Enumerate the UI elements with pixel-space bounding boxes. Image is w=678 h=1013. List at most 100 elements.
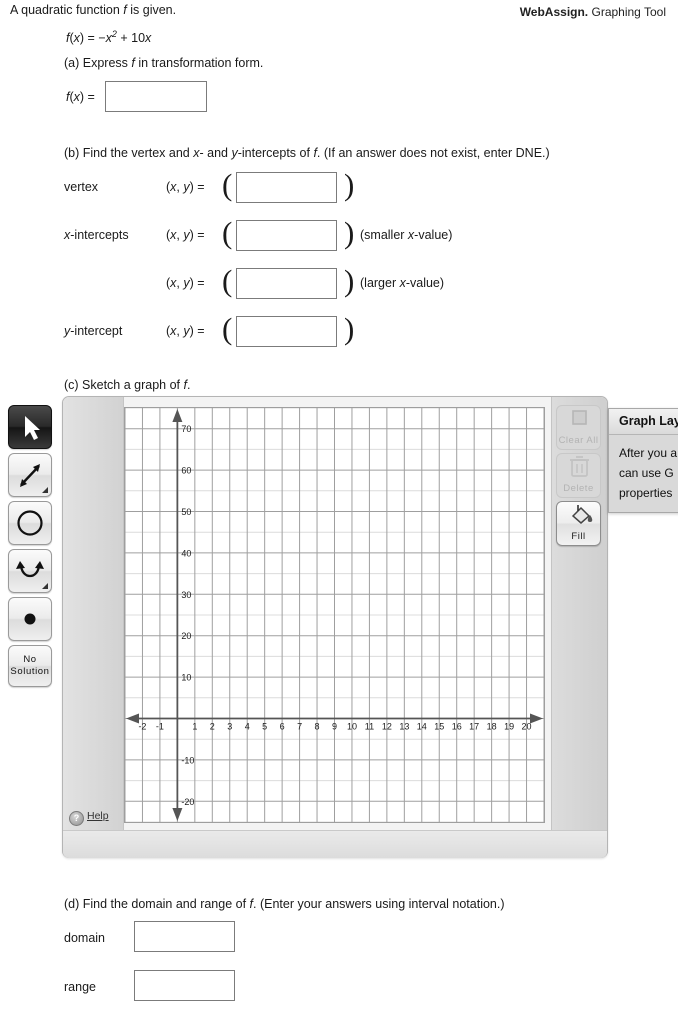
part-b-text-post: -intercepts of xyxy=(237,146,314,160)
x-intercept-larger-input[interactable] xyxy=(236,268,337,299)
equation-equals: = − xyxy=(84,31,106,46)
fill-button[interactable]: Fill xyxy=(556,501,601,546)
y-tick-label: 40 xyxy=(181,548,191,558)
graph-left-toolbar xyxy=(63,397,124,830)
part-b-text-end: . (If an answer does not exist, enter DN… xyxy=(316,146,550,160)
graph-layers-body: After you a can use G properties xyxy=(609,435,678,512)
circle-tool-button[interactable] xyxy=(8,501,52,545)
y-tick-label: 50 xyxy=(181,507,191,517)
fill-label: Fill xyxy=(571,531,586,542)
part-a-text-pre: (a) Express xyxy=(64,56,132,70)
x-tick-label: 5 xyxy=(262,722,267,732)
part-a-field-label: f(x) = xyxy=(66,90,95,104)
graph-tool-footer-text: WebAssign. Graphing Tool xyxy=(520,5,666,19)
y-intercept-input[interactable] xyxy=(236,316,337,347)
y-tick-label: 20 xyxy=(181,631,191,641)
y-tick-label: -20 xyxy=(181,797,194,807)
y-intercept-label-text: -intercept xyxy=(70,324,123,338)
graph-layers-line-2: can use G xyxy=(619,466,674,480)
range-label: range xyxy=(64,980,96,994)
x-tick-label: 9 xyxy=(332,722,337,732)
vertex-open-paren: ( xyxy=(222,167,233,202)
y-tick-label: 10 xyxy=(181,673,191,683)
xi1-note-pre: (smaller xyxy=(360,228,408,242)
xi2-xy-close: ) = xyxy=(189,276,205,290)
intro-text-post: is given. xyxy=(126,3,177,17)
part-d-text-pre: (d) Find the domain and range of xyxy=(64,897,250,911)
xi1-xy-close: ) = xyxy=(189,228,205,242)
x-intercept-larger-close-paren: ) xyxy=(344,263,355,298)
x-tick-label: 2 xyxy=(210,722,215,732)
delete-button[interactable]: Delete xyxy=(556,453,601,498)
paint-bucket-icon xyxy=(571,505,593,524)
yi-xy-close: ) = xyxy=(189,324,205,338)
xi2-note-post: -value) xyxy=(405,276,445,290)
square-outline-icon xyxy=(572,410,587,425)
y-tick-label: 70 xyxy=(181,424,191,434)
graph-layers-line-1: After you a xyxy=(619,446,678,460)
x-intercept-smaller-open-paren: ( xyxy=(222,215,233,250)
xi1-note-post: -value) xyxy=(414,228,453,242)
x-tick-label: 7 xyxy=(297,722,302,732)
part-a-answer-input[interactable] xyxy=(105,81,207,112)
no-solution-tool-button[interactable]: No Solution xyxy=(8,645,52,687)
x-intercepts-row-label: x-intercepts xyxy=(64,228,129,242)
parabola-tool-button[interactable] xyxy=(8,549,52,593)
x-tick-label: 14 xyxy=(417,722,427,732)
x-tick-label: 1 xyxy=(192,722,197,732)
clear-all-button[interactable]: Clear All xyxy=(556,405,601,450)
help-link[interactable]: ? Help xyxy=(69,810,109,826)
x-tick-label: 3 xyxy=(227,722,232,732)
vertex-xy-label: (x, y) = xyxy=(166,180,205,194)
y-intercept-xy-label: (x, y) = xyxy=(166,324,205,338)
x-tick-label: 20 xyxy=(522,722,532,732)
pointer-tool-button[interactable] xyxy=(8,405,52,449)
delete-label: Delete xyxy=(563,483,594,494)
graph-layers-popup: Graph Lay After you a can use G properti… xyxy=(608,408,678,513)
graph-layers-line-3: properties xyxy=(619,486,673,500)
part-b-text-mid: - and xyxy=(199,146,232,160)
graph-plot-area[interactable]: -2 -1 1 2 3 4 5 6 7 8 9 10 11 12 13 14 15 16 17 18 19 20 70 60 5… xyxy=(124,407,545,823)
x-tick-label: 19 xyxy=(504,722,514,732)
x-tick-label: 6 xyxy=(280,722,285,732)
x-intercept-larger-note: (larger x-value) xyxy=(360,276,444,290)
part-c-text-post: . xyxy=(187,378,191,392)
x-intercept-larger-open-paren: ( xyxy=(222,263,233,298)
domain-label: domain xyxy=(64,931,105,945)
x-intercept-larger-xy-label: (x, y) = xyxy=(166,276,205,290)
parabola-tool-more-indicator xyxy=(42,583,48,589)
problem-intro: A quadratic function f is given. xyxy=(10,3,176,17)
domain-input[interactable] xyxy=(134,921,235,952)
part-b-prompt: (b) Find the vertex and x- and y-interce… xyxy=(64,146,550,160)
x-tick-label: 4 xyxy=(245,722,250,732)
no-solution-line-1: No xyxy=(23,654,37,665)
clear-all-label: Clear All xyxy=(558,435,599,446)
vertex-answer-input[interactable] xyxy=(236,172,337,203)
x-tick-label: 15 xyxy=(434,722,444,732)
xi2-note-pre: (larger xyxy=(360,276,400,290)
no-solution-line-2: Solution xyxy=(10,666,50,677)
x-tick-label: -2 xyxy=(138,722,146,732)
part-d-prompt: (d) Find the domain and range of f. (Ent… xyxy=(64,897,505,911)
x-tick-label: 11 xyxy=(365,722,374,732)
x-tick-label: 8 xyxy=(315,722,320,732)
line-tool-button[interactable] xyxy=(8,453,52,497)
x-tick-label: 12 xyxy=(382,722,392,732)
x-tick-label: 17 xyxy=(469,722,479,732)
vertex-row-label: vertex xyxy=(64,180,98,194)
x-intercept-smaller-note: (smaller x-value) xyxy=(360,228,452,242)
y-intercept-close-paren: ) xyxy=(344,311,355,346)
x-intercept-smaller-close-paren: ) xyxy=(344,215,355,250)
equation-tail-var: x xyxy=(145,31,152,46)
part-c-prompt: (c) Sketch a graph of f. xyxy=(64,378,190,392)
x-intercept-smaller-input[interactable] xyxy=(236,220,337,251)
y-tick-label: -10 xyxy=(181,755,194,765)
x-intercepts-label-text: -intercepts xyxy=(70,228,129,242)
cursor-arrow-icon xyxy=(25,416,40,440)
part-c-text-pre: (c) Sketch a graph of xyxy=(64,378,184,392)
range-input[interactable] xyxy=(134,970,235,1001)
vertex-close-paren: ) xyxy=(344,167,355,202)
point-tool-button[interactable] xyxy=(8,597,52,641)
equation-tail: + 10 xyxy=(116,31,146,46)
y-tick-label: 30 xyxy=(181,590,191,600)
